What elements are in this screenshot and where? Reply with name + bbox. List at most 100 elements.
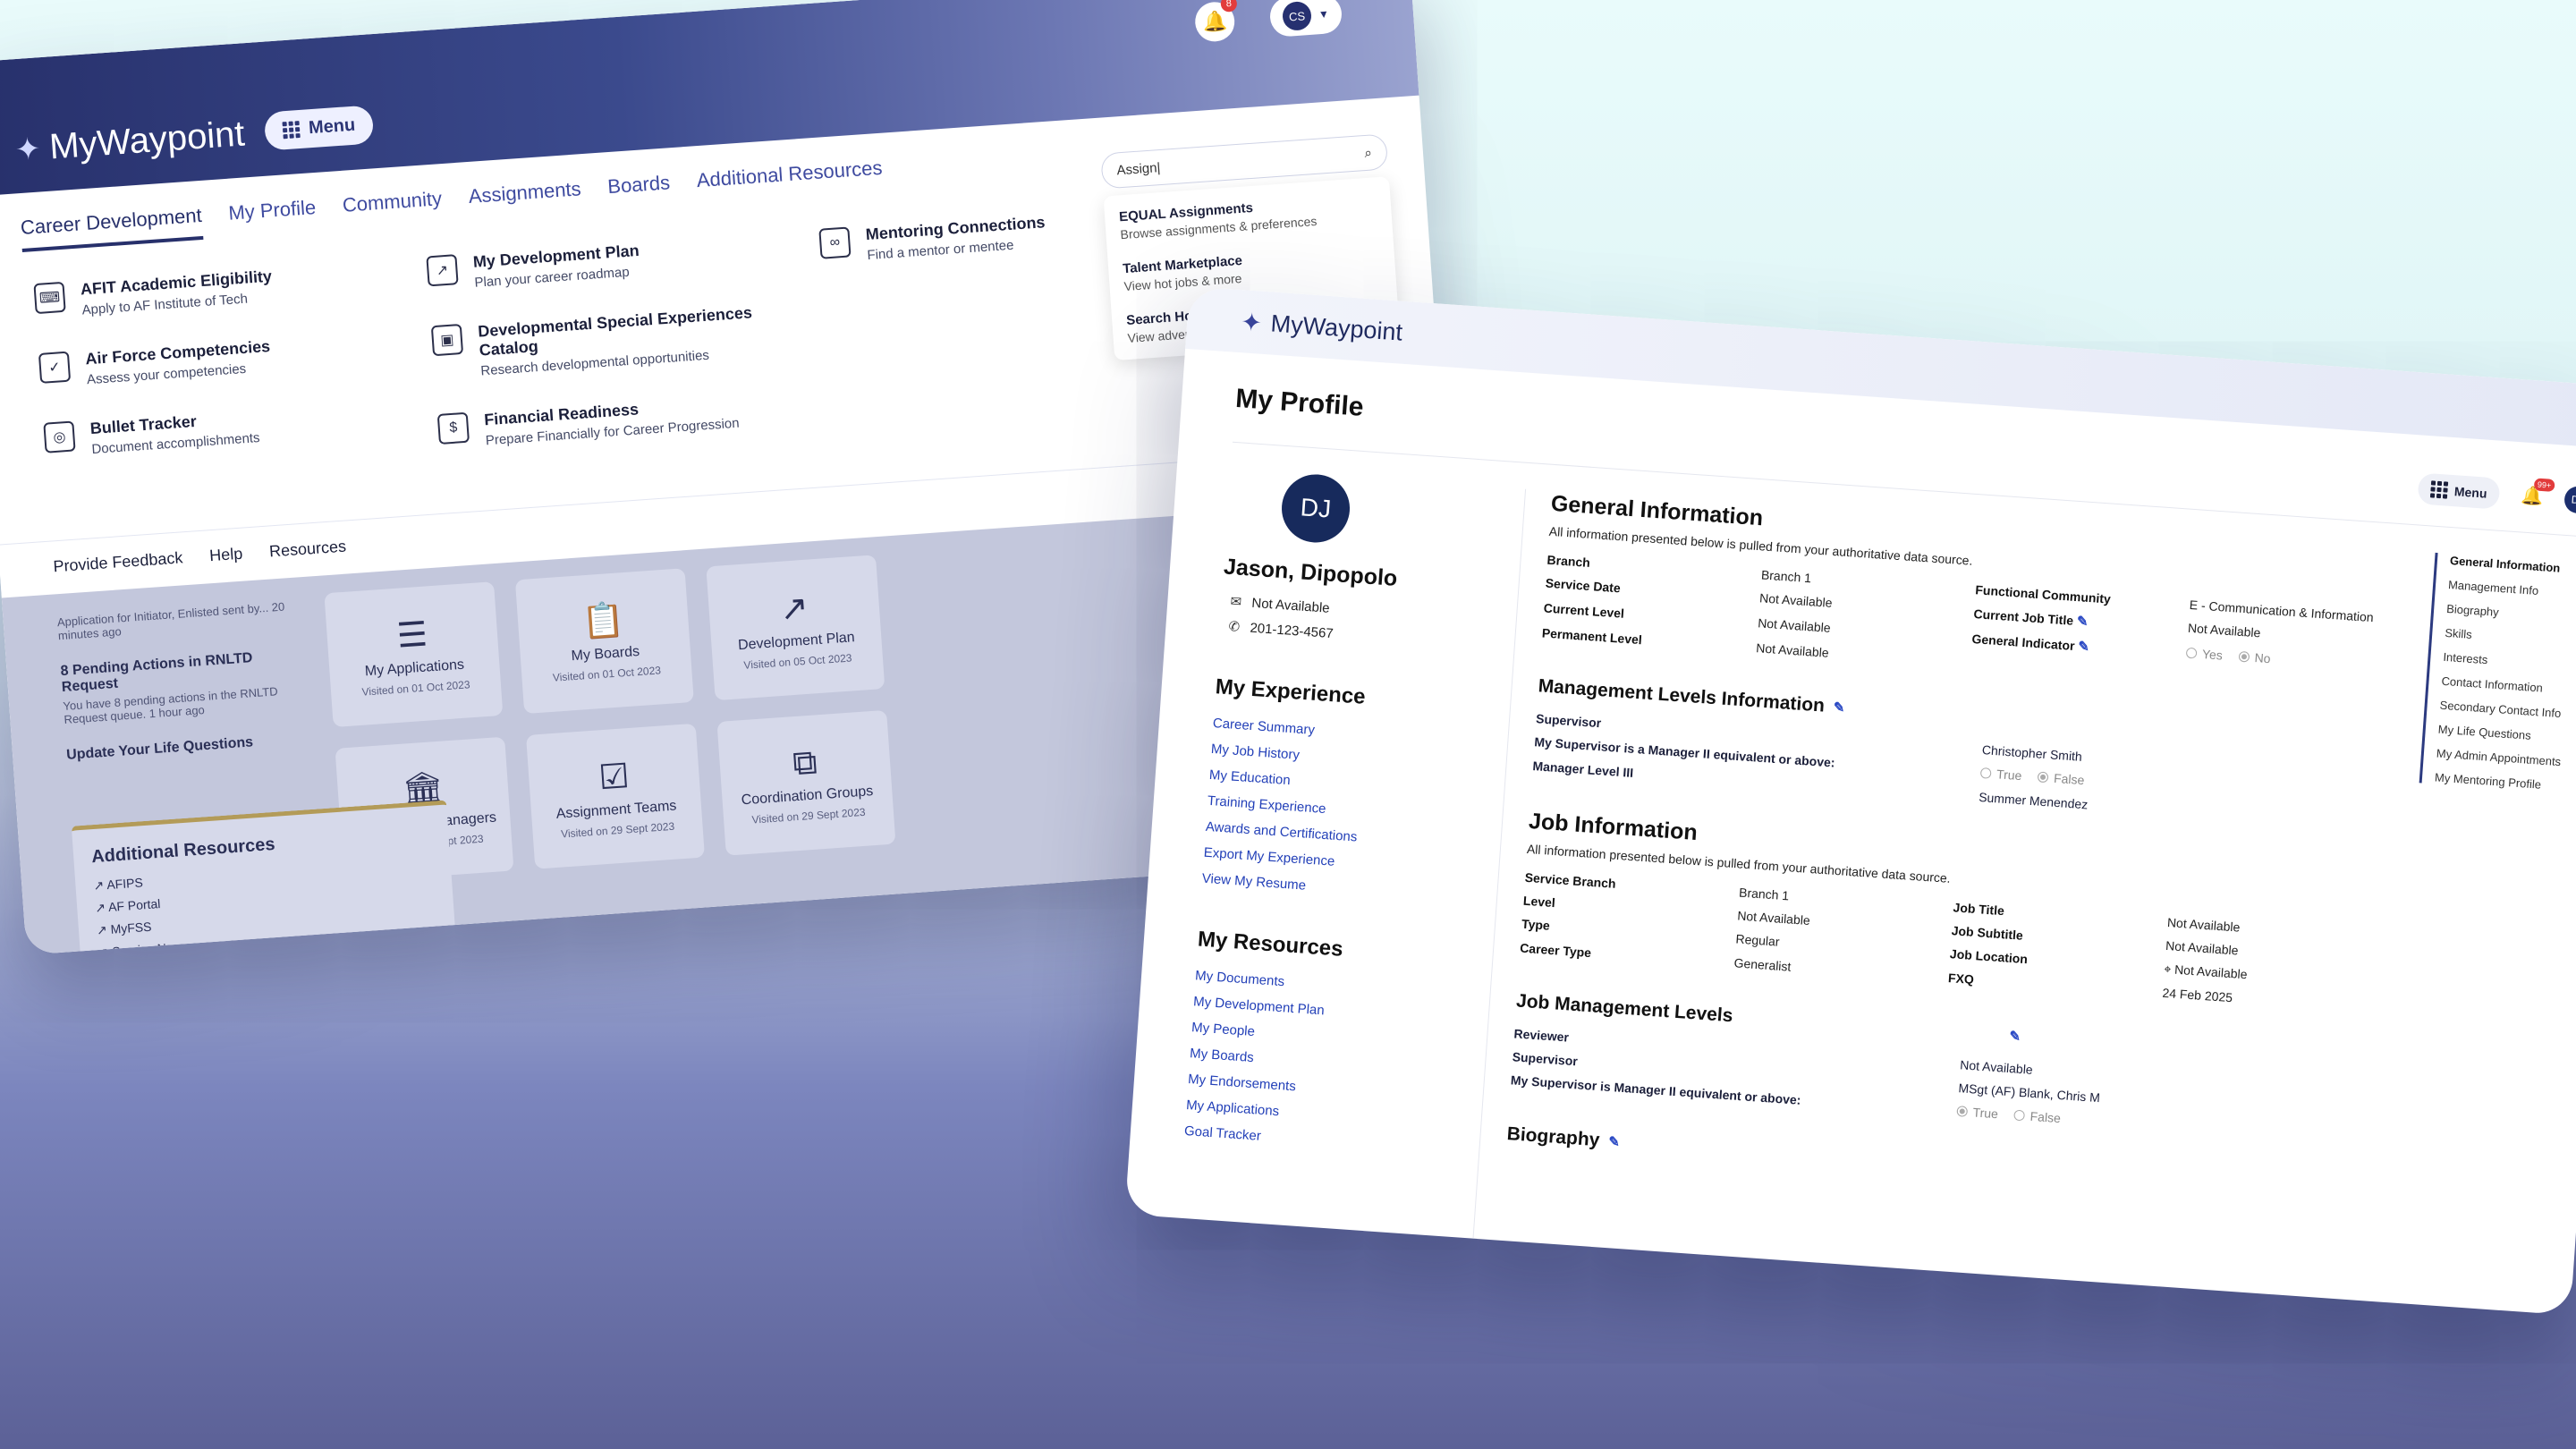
profile-contact: ✉ Not Available ✆ 201-123-4567 — [1219, 592, 1489, 652]
field-label: Career Type — [1519, 940, 1592, 961]
front-logo-text[interactable]: MyWaypoint — [1270, 309, 1403, 346]
back-menu-label: Menu — [308, 114, 356, 139]
general-information-grid: Branch Branch 1 Functional Community E -… — [1541, 553, 2439, 703]
feed-item[interactable]: Application for Initiator, Enlisted sent… — [56, 595, 300, 643]
radio-yes[interactable]: Yes — [2185, 646, 2223, 663]
tab-my-profile[interactable]: My Profile — [228, 196, 318, 238]
tab-boards[interactable]: Boards — [607, 171, 672, 211]
sparkle-icon: ✦ — [1240, 307, 1263, 337]
radio-no[interactable]: No — [2238, 649, 2271, 665]
toc-item-secondary-contact[interactable]: Secondary Contact Info — [2439, 699, 2576, 722]
card-title: My Boards — [571, 643, 640, 665]
back-notifications-button[interactable]: 🔔 8 — [1193, 0, 1238, 43]
field-value: 24 Feb 2025 — [2161, 985, 2233, 1005]
my-experience-heading: My Experience — [1214, 674, 1367, 709]
back-user-menu[interactable]: CS ▼ — [1268, 0, 1343, 38]
toc-item-life-questions[interactable]: My Life Questions — [2437, 723, 2576, 746]
radio-circle — [2238, 650, 2250, 663]
resource-link-label: AFIPS — [106, 875, 144, 893]
card-coordination-groups[interactable]: ⧉ Coordination Groups Visited on 29 Sept 2… — [716, 709, 896, 856]
toc-item-admin-appointments[interactable]: My Admin Appointments — [2436, 747, 2576, 770]
field-value: Not Available — [1757, 615, 1832, 635]
foreground-window: ✦ MyWaypoint My Profile Menu 🔔 99+ DJ DJ… — [1124, 286, 2576, 1316]
pencil-icon[interactable]: ✎ — [2009, 1028, 2021, 1045]
toc-item-mentoring-profile[interactable]: My Mentoring Profile — [2435, 770, 2576, 793]
sparkle-icon: ✦ — [13, 131, 42, 167]
field-label-with-edit: General Indicator ✎ — [1971, 631, 2187, 662]
front-notifications-button[interactable]: 🔔 99+ — [2521, 478, 2555, 508]
menu-item-afit[interactable]: ⌨ AFIT Academic Eligibility Apply to AF I… — [33, 260, 375, 321]
target-icon: ◎ — [43, 420, 76, 453]
profile-name: Jason, Dipopolo — [1223, 554, 1399, 591]
back-menu-button[interactable]: Menu — [263, 105, 375, 151]
pencil-icon[interactable]: ✎ — [2078, 639, 2090, 655]
dollar-icon: $ — [436, 411, 470, 445]
front-menu-label: Menu — [2453, 483, 2488, 501]
toc-item-skills[interactable]: Skills — [2445, 626, 2576, 649]
radio-circle — [2037, 771, 2049, 784]
radio-false[interactable]: False — [2013, 1108, 2062, 1126]
front-top-bar: ✦ MyWaypoint — [1185, 286, 2576, 450]
menu-item-financial-readiness[interactable]: $ Financial Readiness Prepare Financially… — [436, 391, 779, 452]
provide-feedback-link[interactable]: Provide Feedback — [53, 548, 183, 578]
feed-item-subtitle: Application for Initiator, Enlisted sent… — [56, 599, 285, 643]
external-link-icon: ↗ — [94, 900, 109, 916]
profile-main: General Information All information pres… — [1506, 491, 2445, 1208]
card-title: Coordination Groups — [741, 783, 874, 808]
menu-item-development-plan[interactable]: ↗ My Development Plan Plan your career ro… — [426, 233, 767, 293]
front-user-avatar[interactable]: DJ — [2563, 485, 2576, 514]
pencil-icon[interactable]: ✎ — [2076, 614, 2089, 630]
my-resources-links: My Documents My Development Plan My Peop… — [1184, 968, 1464, 1157]
search-result-item[interactable]: EQUAL Assignments Browse assignments & pr… — [1119, 191, 1378, 242]
resource-link-label: MyFSS — [110, 919, 152, 936]
stage: ✦ MyWaypoint Menu 🔔 8 CS ▼ Career Develo… — [0, 0, 2576, 1449]
section-title: Job Management Levels — [1515, 990, 1734, 1027]
external-link-icon: ↗ — [92, 877, 107, 894]
external-link-icon: ↗ — [97, 944, 113, 955]
search-result-item[interactable]: Talent Marketplace View hot jobs & more — [1123, 243, 1382, 293]
tab-community[interactable]: Community — [342, 187, 444, 230]
search-icon: ⌕ — [1363, 144, 1373, 161]
activity-feed: Application for Initiator, Enlisted sent… — [56, 595, 308, 767]
front-actions: Menu 🔔 99+ DJ — [2416, 472, 2576, 515]
resources-link[interactable]: Resources — [268, 538, 346, 564]
radio-label: False — [2053, 770, 2085, 788]
radio-true[interactable]: True — [1956, 1104, 1998, 1121]
link-icon: ∞ — [818, 226, 852, 259]
my-resources-heading: My Resources — [1197, 927, 1344, 962]
chevron-down-icon: ▼ — [1318, 7, 1330, 21]
help-link[interactable]: Help — [209, 545, 244, 568]
card-my-boards[interactable]: 📋 My Boards Visited on 01 Oct 2023 — [514, 568, 694, 715]
field-label: General Indicator — [1971, 631, 2076, 653]
menu-item-competencies[interactable]: ✓ Air Force Competencies Assess your comp… — [38, 330, 380, 391]
field-value: Not Available — [1758, 590, 1834, 610]
front-menu-button[interactable]: Menu — [2416, 472, 2501, 510]
bell-icon: 🔔 — [1201, 9, 1228, 34]
feed-item[interactable]: 8 Pending Actions in RNLTD Request You ha… — [60, 647, 305, 726]
card-development-plan[interactable]: ↗ Development Plan Visited on 05 Oct 2023 — [706, 555, 886, 701]
card-assignment-teams[interactable]: ☑ Assignment Teams Visited on 29 Sept 2023 — [525, 723, 705, 869]
pencil-icon[interactable]: ✎ — [1608, 1133, 1621, 1150]
my-experience-links: Career Summary My Job History My Educati… — [1201, 716, 1481, 904]
toc-item-biography[interactable]: Biography — [2446, 602, 2576, 625]
grid-icon — [282, 121, 301, 140]
back-logo[interactable]: ✦ MyWaypoint — [13, 114, 246, 170]
toc-item-interests[interactable]: Interests — [2443, 650, 2576, 674]
feed-item[interactable]: Update Your Life Questions — [66, 731, 309, 767]
toc-item-general-information[interactable]: General Information — [2450, 554, 2576, 577]
external-link-icon: ↗ — [96, 921, 112, 938]
menu-item-dse-catalog[interactable]: ▣ Developmental Special Experiences Cata… — [430, 302, 774, 382]
toc-item-management-info[interactable]: Management Info — [2448, 578, 2576, 601]
group-icon: ⧉ — [791, 742, 818, 783]
menu-item-bullet-tracker[interactable]: ◎ Bullet Tracker Document accomplishments — [43, 399, 385, 460]
card-title: Assignment Teams — [555, 797, 677, 822]
radio-true[interactable]: True — [1979, 766, 2022, 783]
field-label: FXQ — [1947, 970, 1975, 987]
card-subtitle: Visited on 29 Sept 2023 — [751, 805, 866, 826]
pencil-icon[interactable]: ✎ — [1833, 699, 1845, 716]
checklist-icon: ☑ — [597, 757, 631, 797]
radio-false[interactable]: False — [2037, 770, 2085, 788]
toc-item-contact-information[interactable]: Contact Information — [2441, 674, 2576, 698]
radio-label: False — [2029, 1108, 2062, 1126]
card-my-applications[interactable]: ☰ My Applications Visited on 01 Oct 2023 — [324, 581, 504, 728]
